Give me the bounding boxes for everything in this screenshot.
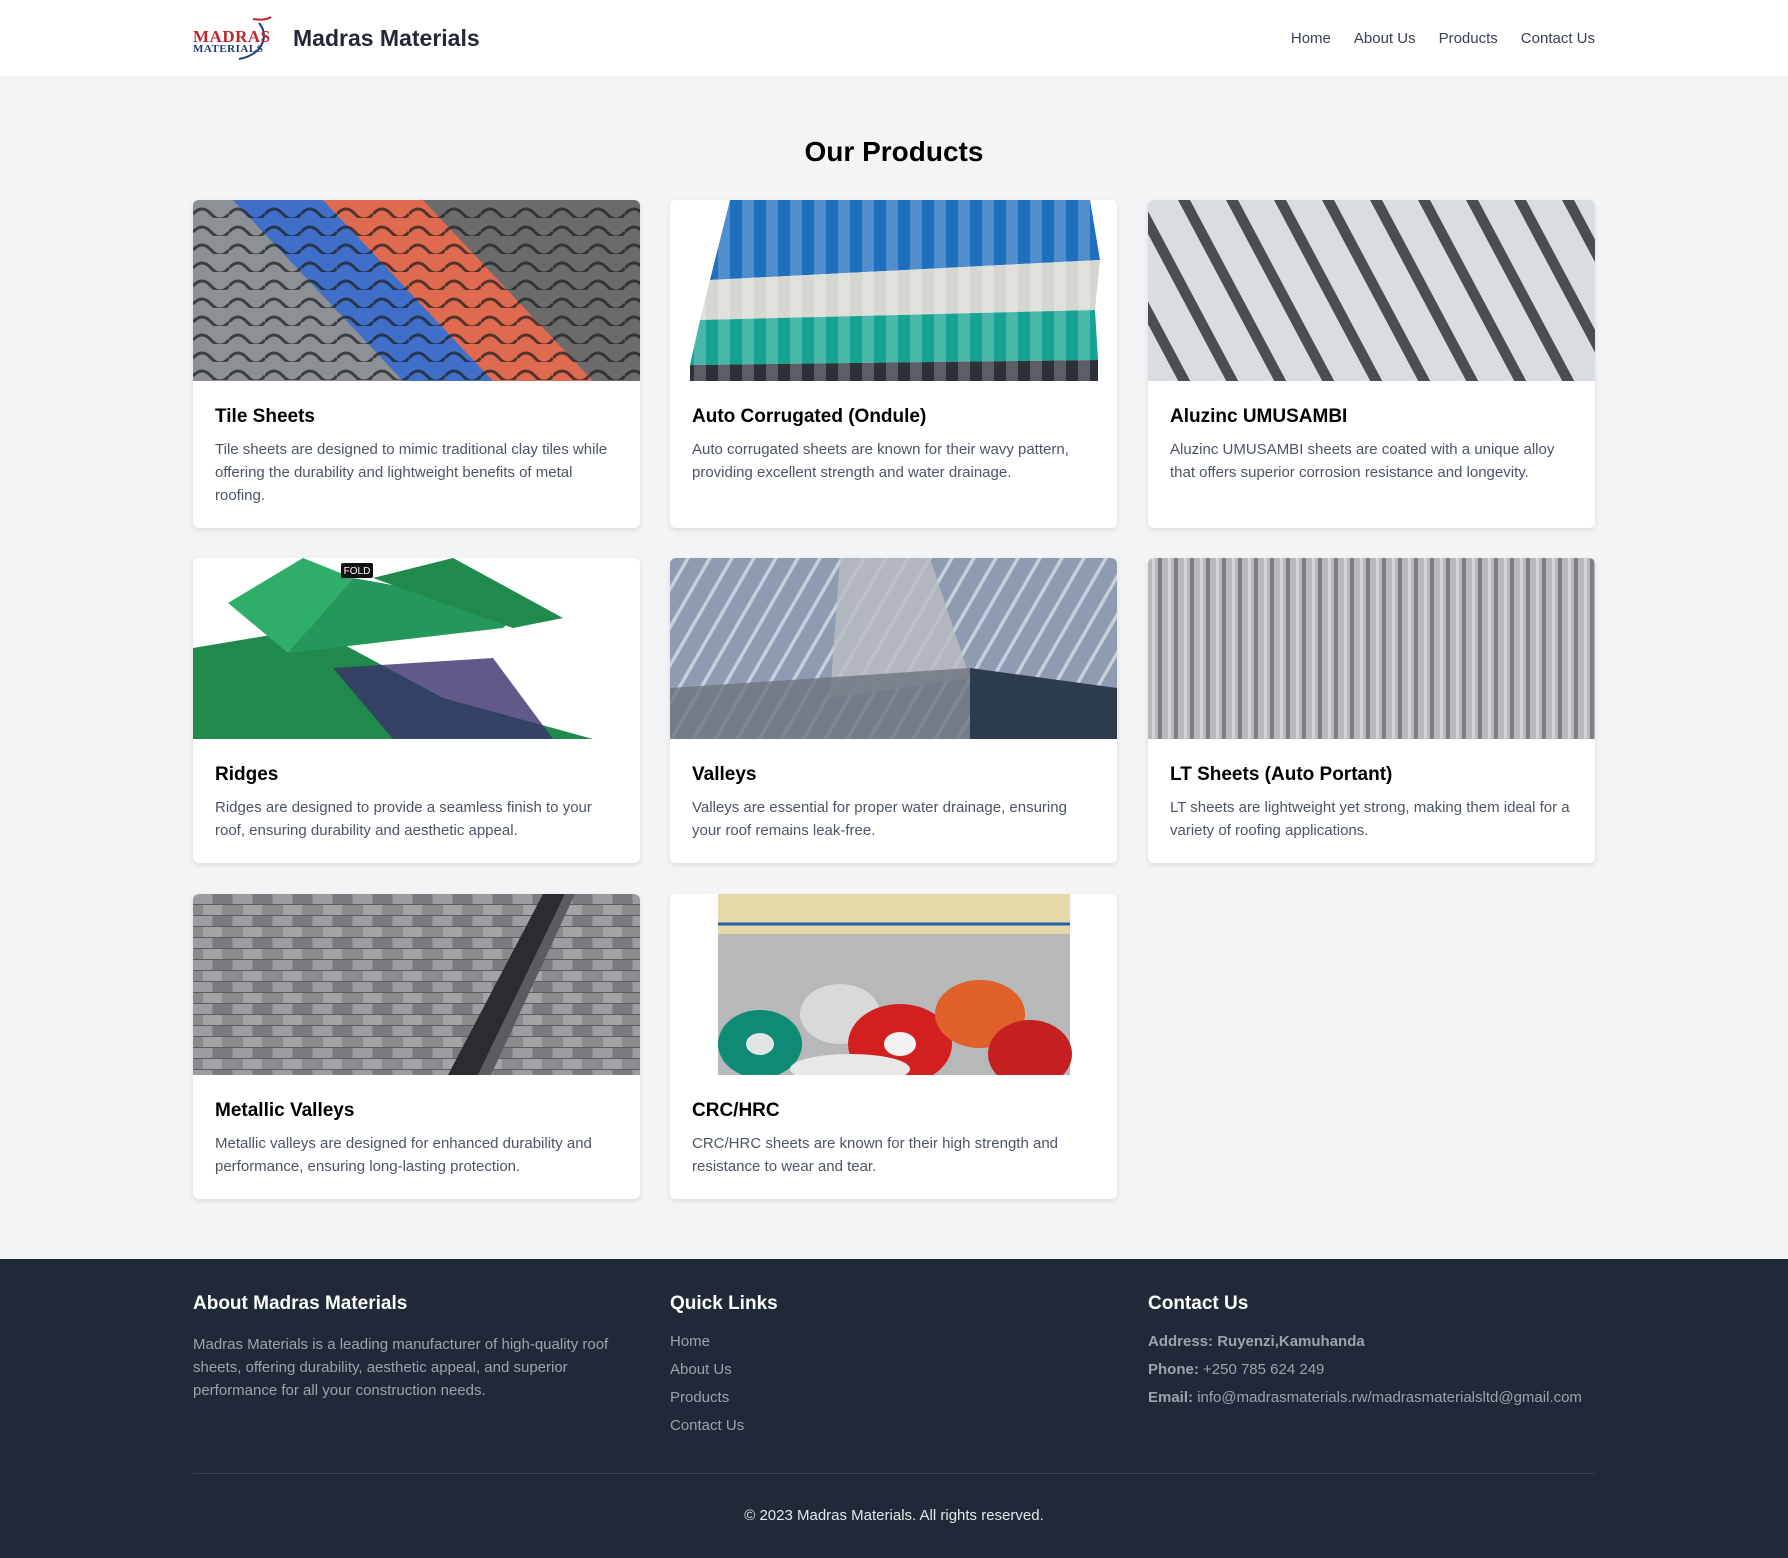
metallic-valleys-photo xyxy=(193,894,640,1075)
product-description: Tile sheets are designed to mimic tradit… xyxy=(215,441,608,504)
footer-email: Email: info@madrasmaterials.rw/madrasmat… xyxy=(1148,1389,1608,1406)
footer-about-text: Madras Materials is a leading manufactur… xyxy=(193,1336,609,1399)
product-card[interactable]: CRC/HRC CRC/HRC sheets are known for the… xyxy=(670,894,1117,1199)
product-title: Auto Corrugated (Ondule) xyxy=(692,406,927,427)
footer-link-about-us[interactable]: About Us xyxy=(670,1361,1110,1378)
product-card[interactable]: Auto Corrugated (Ondule) Auto corrugated… xyxy=(670,200,1117,528)
footer-link-products[interactable]: Products xyxy=(670,1389,1110,1406)
aluzinc-sheets-photo xyxy=(1148,200,1595,381)
product-title: CRC/HRC xyxy=(692,1100,780,1121)
product-description: Valleys are essential for proper water d… xyxy=(692,799,1067,839)
address-label: Address: xyxy=(1148,1333,1214,1350)
product-card[interactable]: Tile Sheets Tile sheets are designed to … xyxy=(193,200,640,528)
product-title: Metallic Valleys xyxy=(215,1100,355,1121)
product-title: Aluzinc UMUSAMBI xyxy=(1170,406,1348,427)
footer-quick-links: Quick Links Home About Us Products Conta… xyxy=(670,1293,1110,1445)
product-description: Auto corrugated sheets are known for the… xyxy=(692,441,1069,481)
phone-value[interactable]: +250 785 624 249 xyxy=(1203,1361,1324,1378)
nav-contact-us[interactable]: Contact Us xyxy=(1521,30,1595,47)
footer-contact-title: Contact Us xyxy=(1148,1293,1249,1314)
nav-products[interactable]: Products xyxy=(1439,30,1498,47)
product-title: Ridges xyxy=(215,764,279,785)
product-description: LT sheets are lightweight yet strong, ma… xyxy=(1170,799,1570,839)
email-value[interactable]: info@madrasmaterials.rw/madrasmaterialsl… xyxy=(1197,1389,1582,1406)
corrugated-sheets-photo xyxy=(670,200,1117,381)
tile-sheets-photo xyxy=(193,200,640,381)
lt-sheets-photo xyxy=(1148,558,1595,739)
product-title: LT Sheets (Auto Portant) xyxy=(1170,764,1393,785)
product-description: Metallic valleys are designed for enhanc… xyxy=(215,1135,592,1175)
footer-about: About Madras Materials Madras Materials … xyxy=(193,1293,633,1402)
logo-text-materials: MATERIALS xyxy=(193,43,264,55)
footer-about-title: About Madras Materials xyxy=(193,1293,408,1314)
address-value: Ruyenzi,Kamuhanda xyxy=(1217,1333,1365,1350)
steel-coils-photo xyxy=(670,894,1117,1075)
nav-about-us[interactable]: About Us xyxy=(1354,30,1416,47)
brand[interactable]: MADRAS MATERIALS Madras Materials xyxy=(193,15,480,61)
valleys-photo xyxy=(670,558,1117,739)
main-nav: Home About Us Products Contact Us xyxy=(1291,30,1595,47)
ridges-photo: FOLD xyxy=(193,558,640,739)
footer-divider xyxy=(193,1473,1595,1474)
footer-address: Address: Ruyenzi,Kamuhanda xyxy=(1148,1333,1608,1350)
product-card[interactable]: Aluzinc UMUSAMBI Aluzinc UMUSAMBI sheets… xyxy=(1148,200,1595,528)
product-title: Tile Sheets xyxy=(215,406,315,427)
product-card[interactable]: Valleys Valleys are essential for proper… xyxy=(670,558,1117,863)
company-logo[interactable]: MADRAS MATERIALS xyxy=(193,15,275,61)
email-label: Email: xyxy=(1148,1389,1194,1406)
product-card[interactable]: Metallic Valleys Metallic valleys are de… xyxy=(193,894,640,1199)
footer-link-home[interactable]: Home xyxy=(670,1333,1110,1350)
copyright-text: © 2023 Madras Materials. All rights rese… xyxy=(744,1507,1044,1524)
site-title[interactable]: Madras Materials xyxy=(293,25,480,52)
nav-home[interactable]: Home xyxy=(1291,30,1331,47)
footer-link-contact-us[interactable]: Contact Us xyxy=(670,1417,1110,1434)
product-card[interactable]: LT Sheets (Auto Portant) LT sheets are l… xyxy=(1148,558,1595,863)
product-card[interactable]: FOLD Ridges Ridges are designed to provi… xyxy=(193,558,640,863)
product-description: CRC/HRC sheets are known for their high … xyxy=(692,1135,1059,1175)
phone-label: Phone: xyxy=(1148,1361,1199,1378)
product-description: Ridges are designed to provide a seamles… xyxy=(215,799,592,839)
site-footer: About Madras Materials Madras Materials … xyxy=(0,1259,1788,1558)
site-header: MADRAS MATERIALS Madras Materials Home A… xyxy=(0,0,1788,76)
product-description: Aluzinc UMUSAMBI sheets are coated with … xyxy=(1170,441,1555,481)
fold-label: FOLD xyxy=(344,566,371,577)
product-title: Valleys xyxy=(692,764,757,785)
footer-phone: Phone: +250 785 624 249 xyxy=(1148,1361,1608,1378)
page-title: Our Products xyxy=(804,136,984,167)
footer-links-title: Quick Links xyxy=(670,1293,778,1314)
footer-contact: Contact Us Address: Ruyenzi,Kamuhanda Ph… xyxy=(1148,1293,1608,1417)
